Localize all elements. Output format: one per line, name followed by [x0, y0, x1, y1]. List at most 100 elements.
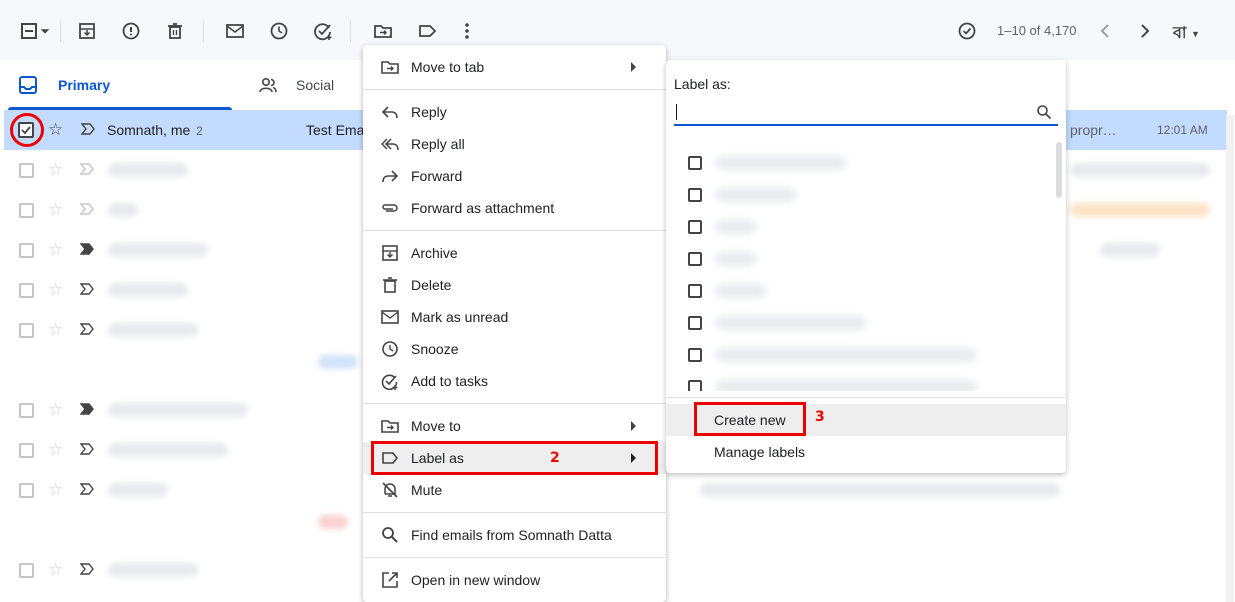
- label-option[interactable]: [686, 179, 1046, 211]
- label-option[interactable]: [686, 339, 1046, 371]
- menu-item-add-to-tasks[interactable]: Add to tasks: [363, 365, 666, 397]
- star-icon[interactable]: ☆: [48, 160, 63, 180]
- move-to-icon[interactable]: [371, 19, 395, 43]
- importance-icon[interactable]: [80, 242, 94, 256]
- tab-social[interactable]: Social: [258, 60, 334, 110]
- input-tools-icon[interactable]: বা ▼: [1173, 20, 1200, 47]
- sender-name: Somnath, me 2: [107, 122, 203, 138]
- report-spam-icon[interactable]: [119, 19, 143, 43]
- blurred-content: [108, 163, 188, 177]
- star-icon[interactable]: ☆: [48, 440, 63, 460]
- star-icon[interactable]: ☆: [48, 120, 63, 140]
- row-checkbox[interactable]: [19, 403, 34, 418]
- tab-primary[interactable]: Primary: [8, 60, 232, 110]
- label-checkbox[interactable]: [688, 220, 702, 234]
- submenu-arrow-icon: [631, 421, 636, 431]
- label-checkbox[interactable]: [688, 348, 702, 362]
- menu-item-snooze[interactable]: Snooze: [363, 333, 666, 365]
- importance-icon[interactable]: [80, 442, 94, 456]
- label-option[interactable]: [686, 243, 1046, 275]
- annotation-circle: [10, 113, 44, 147]
- more-options-icon[interactable]: [455, 19, 479, 43]
- label-option[interactable]: [686, 307, 1046, 339]
- annotation-box-label-as: [371, 441, 658, 475]
- menu-item-move-to-tab[interactable]: Move to tab: [363, 51, 666, 83]
- row-checkbox[interactable]: [19, 203, 34, 218]
- importance-icon[interactable]: [80, 162, 94, 176]
- input-tools-dropdown-icon: ▼: [1191, 28, 1200, 39]
- menu-item-mute[interactable]: Mute: [363, 474, 666, 506]
- label-checkbox[interactable]: [688, 316, 702, 330]
- label-option[interactable]: [686, 147, 1046, 179]
- star-icon[interactable]: ☆: [48, 480, 63, 500]
- star-icon[interactable]: ☆: [48, 200, 63, 220]
- submenu-arrow-icon: [631, 62, 636, 72]
- delete-icon[interactable]: [163, 19, 187, 43]
- importance-icon[interactable]: [80, 202, 94, 216]
- menu-item-move-to[interactable]: Move to: [363, 410, 666, 442]
- importance-icon[interactable]: [80, 562, 94, 576]
- label-option[interactable]: [686, 275, 1046, 307]
- menu-item-label: Mute: [411, 482, 443, 498]
- menu-item-open-new-window[interactable]: Open in new window: [363, 564, 666, 596]
- star-icon[interactable]: ☆: [48, 280, 63, 300]
- label-search-input[interactable]: [674, 100, 1058, 126]
- select-dropdown-icon[interactable]: [37, 19, 51, 43]
- main-scrollbar[interactable]: [1226, 115, 1234, 602]
- menu-item-label: Forward as attachment: [411, 200, 555, 216]
- star-icon[interactable]: ☆: [48, 400, 63, 420]
- older-icon[interactable]: [1133, 19, 1157, 43]
- label-checkbox[interactable]: [688, 284, 702, 298]
- menu-item-forward-as-attachment[interactable]: Forward as attachment: [363, 192, 666, 224]
- label-option[interactable]: [686, 371, 1046, 391]
- sender-text: Somnath, me: [107, 122, 191, 138]
- menu-item-find-emails[interactable]: Find emails from Somnath Datta: [363, 519, 666, 551]
- menu-item-label: Add to tasks: [411, 373, 489, 389]
- delete-icon: [381, 276, 399, 294]
- menu-item-label: Find emails from Somnath Datta: [411, 527, 612, 543]
- label-checkbox[interactable]: [688, 156, 702, 170]
- label-checkbox[interactable]: [688, 188, 702, 202]
- blurred-label: [716, 348, 976, 362]
- menu-item-forward[interactable]: Forward: [363, 160, 666, 192]
- archive-icon[interactable]: [75, 19, 99, 43]
- blurred-content: [108, 203, 138, 217]
- menu-item-delete[interactable]: Delete: [363, 269, 666, 301]
- blurred-label: [716, 284, 766, 298]
- importance-icon[interactable]: [80, 282, 94, 296]
- menu-item-reply[interactable]: Reply: [363, 96, 666, 128]
- row-checkbox[interactable]: [19, 443, 34, 458]
- blurred-content: [108, 323, 198, 337]
- mark-unread-icon[interactable]: [223, 19, 247, 43]
- label-list-scrollbar[interactable]: [1056, 142, 1062, 198]
- blurred-label: [716, 252, 756, 266]
- importance-icon[interactable]: [80, 402, 94, 416]
- older-newer-icon[interactable]: [955, 19, 979, 43]
- label-checkbox[interactable]: [688, 252, 702, 266]
- row-checkbox[interactable]: [19, 563, 34, 578]
- row-checkbox[interactable]: [19, 323, 34, 338]
- row-checkbox[interactable]: [19, 163, 34, 178]
- manage-labels-button[interactable]: Manage labels: [666, 436, 1066, 468]
- menu-item-archive[interactable]: Archive: [363, 237, 666, 269]
- add-to-tasks-icon[interactable]: [311, 19, 335, 43]
- menu-item-reply-all[interactable]: Reply all: [363, 128, 666, 160]
- snooze-icon[interactable]: [267, 19, 291, 43]
- star-icon[interactable]: ☆: [48, 320, 63, 340]
- label-option[interactable]: [686, 211, 1046, 243]
- importance-icon[interactable]: [81, 122, 95, 136]
- label-icon[interactable]: [415, 19, 439, 43]
- row-checkbox[interactable]: [19, 483, 34, 498]
- row-checkbox[interactable]: [19, 283, 34, 298]
- importance-icon[interactable]: [80, 322, 94, 336]
- newer-icon[interactable]: [1093, 19, 1117, 43]
- star-icon[interactable]: ☆: [48, 240, 63, 260]
- importance-icon[interactable]: [80, 482, 94, 496]
- star-icon[interactable]: ☆: [48, 560, 63, 580]
- menu-item-label: Mark as unread: [411, 309, 509, 325]
- toolbar-divider: [60, 20, 61, 42]
- label-checkbox[interactable]: [688, 380, 702, 391]
- menu-item-mark-as-unread[interactable]: Mark as unread: [363, 301, 666, 333]
- text-caret: [676, 104, 677, 120]
- row-checkbox[interactable]: [19, 243, 34, 258]
